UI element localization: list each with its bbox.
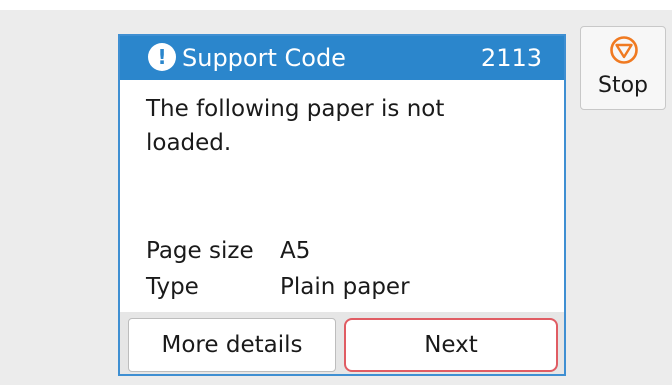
- paper-type-value: Plain paper: [280, 274, 410, 300]
- paper-type-label: Type: [146, 274, 199, 300]
- support-code-number: 2113: [480, 44, 542, 72]
- page-size-label: Page size: [146, 238, 254, 264]
- support-code-dialog: ! Support Code 2113 The following paper …: [118, 34, 566, 376]
- exclamation-icon: !: [148, 43, 176, 71]
- error-message: The following paper is not loaded.: [146, 96, 445, 156]
- printer-screen: ! Support Code 2113 The following paper …: [0, 10, 672, 385]
- page-size-row: Page size A5: [146, 236, 310, 266]
- page-size-value: A5: [280, 238, 311, 264]
- stop-icon: [610, 36, 638, 64]
- dialog-button-area: More details Next: [120, 312, 564, 374]
- more-details-button[interactable]: More details: [128, 318, 336, 372]
- dialog-title-bar: ! Support Code 2113: [120, 36, 564, 80]
- stop-label: Stop: [597, 73, 648, 98]
- paper-type-row: Type Plain paper: [146, 272, 410, 302]
- dialog-title: Support Code: [182, 44, 346, 72]
- paper-details: Page size A5 Type Plain paper: [120, 226, 564, 312]
- next-button[interactable]: Next: [344, 318, 558, 372]
- stop-button[interactable]: Stop: [580, 26, 666, 110]
